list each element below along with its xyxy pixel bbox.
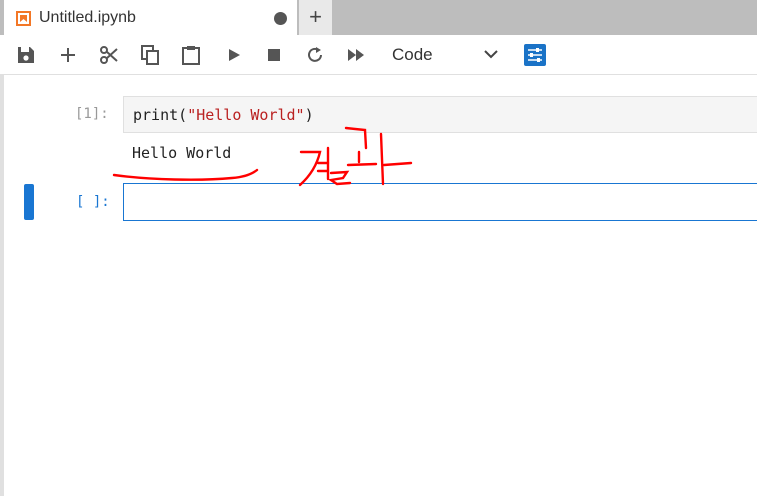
code-string: "Hello World" bbox=[187, 106, 305, 124]
chevron-down-icon[interactable] bbox=[484, 49, 498, 59]
code-suffix: ) bbox=[304, 106, 314, 124]
property-inspector-icon[interactable] bbox=[524, 44, 546, 66]
notebook-tab[interactable]: Untitled.ipynb bbox=[4, 0, 297, 35]
cell-type-select[interactable]: Code bbox=[392, 45, 433, 65]
cell-1-prompt: [1]: bbox=[75, 106, 109, 122]
cell-2-prompt: [ ]: bbox=[76, 194, 110, 210]
tab-title: Untitled.ipynb bbox=[39, 9, 136, 26]
copy-icon[interactable] bbox=[140, 45, 160, 65]
tab-bar: Untitled.ipynb + bbox=[0, 0, 757, 35]
cell-2-input[interactable] bbox=[123, 183, 757, 221]
cut-icon[interactable] bbox=[99, 45, 119, 65]
run-icon[interactable] bbox=[224, 45, 244, 65]
stop-icon[interactable] bbox=[264, 45, 284, 65]
notebook-toolbar: Code bbox=[0, 35, 757, 75]
add-cell-icon[interactable] bbox=[58, 45, 78, 65]
notebook-panel bbox=[0, 75, 757, 496]
paste-icon[interactable] bbox=[181, 45, 201, 65]
cell-1-code: print("Hello World") bbox=[133, 106, 314, 124]
save-icon[interactable] bbox=[16, 45, 36, 65]
new-tab-button[interactable]: + bbox=[299, 0, 332, 35]
notebook-icon bbox=[16, 11, 31, 26]
code-prefix: print( bbox=[133, 106, 188, 124]
active-cell-indicator bbox=[24, 184, 34, 220]
fast-forward-icon[interactable] bbox=[346, 45, 366, 65]
cell-1-output: Hello World bbox=[132, 144, 232, 162]
unsaved-indicator-icon[interactable] bbox=[274, 12, 287, 25]
cell-1-input[interactable]: print("Hello World") bbox=[123, 96, 757, 133]
restart-icon[interactable] bbox=[305, 45, 325, 65]
